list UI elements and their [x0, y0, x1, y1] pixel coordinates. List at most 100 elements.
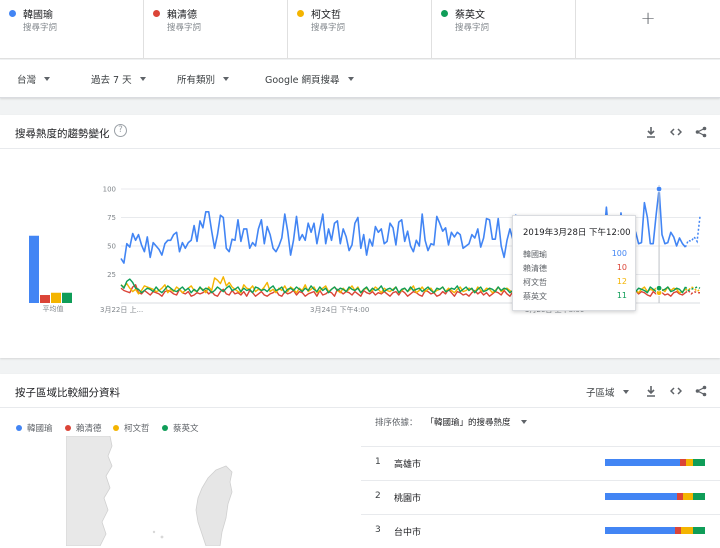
- term-type: 搜尋字詞: [455, 23, 490, 33]
- term-name: 柯文哲: [311, 10, 341, 21]
- term-name: 蔡英文: [455, 10, 485, 21]
- region-share-bar: [605, 459, 705, 466]
- region-rank: 3: [375, 525, 381, 535]
- legend-dot: [16, 425, 22, 431]
- legend-label: 韓國瑜: [27, 424, 53, 434]
- legend-item: 柯文哲: [113, 422, 150, 434]
- average-bar: [40, 295, 50, 303]
- share-segment: [693, 527, 705, 534]
- legend-dot: [162, 425, 168, 431]
- help-icon[interactable]: ?: [114, 124, 127, 137]
- average-bar: [51, 292, 61, 303]
- region-share-bar: [605, 527, 705, 534]
- tooltip-row: 柯文哲 12: [523, 277, 627, 289]
- region-rank: 2: [375, 491, 381, 501]
- card-title: 搜尋熱度的趨勢變化: [15, 128, 110, 140]
- region-name: 高雄市: [394, 460, 422, 470]
- term-card-1[interactable]: 韓國瑜 搜尋字詞: [0, 0, 144, 59]
- sort-by-label: 排序依據：: [375, 418, 418, 428]
- sort-by-control[interactable]: 排序依據： 「韓國瑜」的搜尋熱度: [375, 416, 527, 428]
- y-tick-label: 25: [107, 271, 116, 279]
- tooltip-term: 蔡英文: [523, 292, 547, 301]
- legend-label: 柯文哲: [124, 424, 150, 434]
- plus-icon: +: [640, 8, 656, 29]
- region-row[interactable]: 3 台中市: [361, 514, 720, 544]
- time-filter[interactable]: 過去 7 天: [91, 72, 146, 86]
- term-name: 賴清德: [167, 10, 197, 21]
- term-color-dot: [441, 10, 448, 17]
- time-filter-label: 過去 7 天: [91, 75, 132, 86]
- region-filter-label: 台灣: [17, 75, 37, 86]
- region-filter[interactable]: 台灣: [17, 72, 51, 86]
- subregion-dropdown[interactable]: 子區域: [586, 385, 629, 399]
- download-icon[interactable]: [642, 382, 660, 400]
- share-segment: [605, 527, 675, 534]
- embed-icon[interactable]: [667, 382, 685, 400]
- caret-down-icon: [223, 77, 230, 81]
- term-card-3[interactable]: 柯文哲 搜尋字詞: [288, 0, 432, 59]
- card-header: 按子區域比較細分資料 子區域: [0, 374, 720, 408]
- term-color-dot: [297, 10, 304, 17]
- share-segment: [605, 459, 680, 466]
- term-color-dot: [9, 10, 16, 17]
- y-tick-label: 100: [103, 186, 116, 194]
- x-tick-label: 3月24日 下午4:00: [310, 305, 369, 314]
- legend-label: 蔡英文: [173, 424, 199, 434]
- card-header: 搜尋熱度的趨勢變化 ?: [0, 115, 720, 149]
- islet-shape: [152, 530, 156, 534]
- embed-icon[interactable]: [667, 123, 685, 141]
- tooltip-term: 柯文哲: [523, 278, 547, 287]
- share-segment: [683, 493, 693, 500]
- card-title: 按子區域比較細分資料: [15, 387, 120, 399]
- region-name: 台中市: [394, 528, 422, 538]
- region-row[interactable]: 1 高雄市: [361, 446, 720, 476]
- caret-down-icon: [347, 77, 354, 81]
- series-partial-line: [684, 216, 701, 248]
- search-property-filter[interactable]: Google 網頁搜尋: [265, 72, 354, 86]
- tooltip-row: 韓國瑜 100: [523, 249, 627, 261]
- share-segment: [605, 493, 677, 500]
- tooltip-term: 賴清德: [523, 264, 547, 273]
- add-comparison-button[interactable]: +: [576, 0, 720, 59]
- share-icon[interactable]: [692, 382, 710, 400]
- tooltip-row: 賴清德 10: [523, 263, 627, 275]
- share-segment: [681, 527, 693, 534]
- region-rank: 1: [375, 457, 381, 467]
- legend-dot: [113, 425, 119, 431]
- islet-shape: [160, 535, 164, 539]
- hover-point: [655, 284, 663, 292]
- region-map[interactable]: [66, 436, 356, 546]
- share-segment: [693, 493, 705, 500]
- average-bar: [62, 292, 72, 303]
- legend-label: 賴清德: [76, 424, 102, 434]
- region-row[interactable]: 2 桃園市: [361, 480, 720, 510]
- region-share-bar: [605, 493, 705, 500]
- y-axis-ticks: 25 50 75 100: [103, 186, 116, 280]
- caret-down-icon: [622, 390, 629, 394]
- average-bar: [29, 235, 39, 303]
- share-segment: [693, 459, 705, 466]
- category-filter[interactable]: 所有類別: [177, 72, 230, 86]
- category-filter-label: 所有類別: [177, 75, 216, 86]
- term-card-4[interactable]: 蔡英文 搜尋字詞: [432, 0, 576, 59]
- chart-tooltip: 2019年3月28日 下午12:00 韓國瑜 100 賴清德 10 柯文哲 12…: [512, 215, 636, 311]
- download-icon[interactable]: [642, 123, 660, 141]
- legend-item: 蔡英文: [162, 422, 199, 434]
- caret-down-icon: [139, 77, 146, 81]
- filter-bar: 台灣 過去 7 天 所有類別 Google 網頁搜尋: [0, 60, 720, 98]
- share-icon[interactable]: [692, 123, 710, 141]
- share-segment: [686, 459, 693, 466]
- tooltip-date: 2019年3月28日 下午12:00: [523, 228, 631, 238]
- legend-item: 韓國瑜: [16, 422, 53, 434]
- tooltip-value: 11: [616, 291, 627, 300]
- caret-down-icon: [520, 420, 527, 424]
- search-terms-bar: 韓國瑜 搜尋字詞 賴清德 搜尋字詞 柯文哲 搜尋字詞 蔡英文 搜尋字詞 +: [0, 0, 720, 59]
- legend-dot: [65, 425, 71, 431]
- term-color-dot: [153, 10, 160, 17]
- subregion-card: 按子區域比較細分資料 子區域 韓國瑜 賴清德 柯文哲 蔡英文 排序依據： 「韓國瑜…: [0, 374, 720, 548]
- y-tick-label: 75: [107, 214, 116, 222]
- caret-down-icon: [44, 77, 51, 81]
- term-card-2[interactable]: 賴清德 搜尋字詞: [144, 0, 288, 59]
- term-type: 搜尋字詞: [167, 23, 202, 33]
- term-type: 搜尋字詞: [311, 23, 346, 33]
